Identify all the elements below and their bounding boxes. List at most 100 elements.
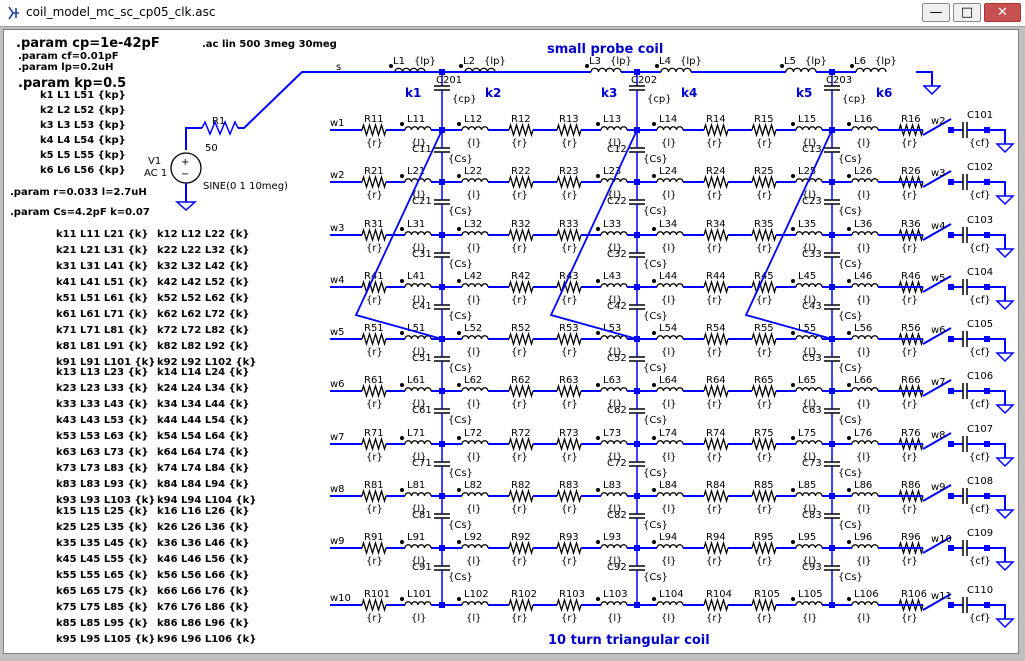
resistor-value[interactable]: {r} [756, 556, 773, 567]
resistor-value[interactable]: {r} [901, 504, 918, 515]
coupling-directive[interactable]: k66 L66 L76 {k} [157, 586, 249, 597]
inductor-label[interactable]: L71 [407, 428, 425, 439]
resistor-label[interactable]: R33 [559, 219, 579, 230]
inductor-label[interactable]: L91 [407, 532, 425, 543]
coupling-directive[interactable]: k93 L93 L103 {k} [56, 495, 155, 506]
net-label-out[interactable]: w8 [931, 430, 946, 441]
output-cap-label[interactable]: C109 [967, 528, 993, 539]
shunt-cap-value[interactable]: {Cs} [643, 206, 668, 217]
resistor-label[interactable]: R66 [901, 375, 921, 386]
inductor-label[interactable]: L105 [798, 589, 823, 600]
output-cap-value[interactable]: {cf} [969, 295, 991, 306]
resistor-value[interactable]: {r} [901, 399, 918, 410]
resistor-value[interactable]: {r} [366, 452, 383, 463]
shunt-cap-label[interactable]: C33 [802, 249, 822, 260]
net-label-out[interactable]: w7 [931, 377, 946, 388]
resistor-label[interactable]: R95 [754, 532, 774, 543]
shunt-cap-label[interactable]: C72 [607, 458, 627, 469]
directive-cs-k[interactable]: .param Cs=4.2pF k=0.07 [10, 207, 150, 218]
resistor-value[interactable]: {r} [511, 452, 528, 463]
output-cap-value[interactable]: {cf} [969, 190, 991, 201]
inductor-label[interactable]: L92 [464, 532, 482, 543]
resistor-value[interactable]: {r} [366, 243, 383, 254]
resistor-label[interactable]: R12 [511, 114, 531, 125]
shunt-cap-value[interactable]: {Cs} [643, 311, 668, 322]
output-cap-value[interactable]: {cf} [969, 452, 991, 463]
resistor-label[interactable]: R13 [559, 114, 579, 125]
resistor-value[interactable]: {r} [756, 613, 773, 624]
output-cap-label[interactable]: C108 [967, 476, 993, 487]
shunt-cap-label[interactable]: C81 [412, 510, 432, 521]
inductor-label[interactable]: L12 [464, 114, 482, 125]
shunt-cap-label[interactable]: C22 [607, 196, 627, 207]
resistor-value[interactable]: {r} [511, 613, 528, 624]
net-label-s[interactable]: s [336, 62, 341, 73]
resistor-label[interactable]: R64 [706, 375, 726, 386]
resistor-label[interactable]: R104 [706, 589, 732, 600]
output-cap-label[interactable]: C102 [967, 162, 993, 173]
resistor-value[interactable]: {r} [511, 504, 528, 515]
shunt-cap-value[interactable]: {Cs} [838, 311, 863, 322]
shunt-cap-label[interactable]: C12 [607, 144, 627, 155]
inductor-value[interactable]: {l} [856, 399, 872, 410]
inductor-label[interactable]: L24 [659, 166, 677, 177]
inductor-value[interactable]: {l} [856, 504, 872, 515]
v1-sine-value[interactable]: SINE(0 1 10meg) [203, 181, 288, 192]
resistor-value[interactable]: {r} [756, 138, 773, 149]
shunt-cap-label[interactable]: C51 [412, 353, 432, 364]
inductor-label[interactable]: L85 [798, 480, 816, 491]
resistor-value[interactable]: {r} [901, 295, 918, 306]
inductor-label[interactable]: L22 [464, 166, 482, 177]
probe-coupling-label[interactable]: k6 [876, 86, 892, 100]
resistor-value[interactable]: {r} [706, 347, 723, 358]
coupling-directive[interactable]: k65 L65 L75 {k} [56, 586, 148, 597]
shunt-cap-label[interactable]: C93 [802, 562, 822, 573]
shunt-cap-value[interactable]: {Cs} [643, 468, 668, 479]
schematic-drawing[interactable]: .param cp=1e-42pF .param cf=0.01pF .para… [4, 30, 1018, 653]
inductor-label[interactable]: L102 [464, 589, 489, 600]
inductor-label[interactable]: L14 [659, 114, 677, 125]
probe-coupling-label[interactable]: k1 [405, 86, 421, 100]
output-cap-value[interactable]: {cf} [969, 504, 991, 515]
coupling-directive[interactable]: k75 L75 L85 {k} [56, 602, 148, 613]
resistor-label[interactable]: R72 [511, 428, 531, 439]
resistor-value[interactable]: {r} [366, 399, 383, 410]
shunt-cap-value[interactable]: {Cs} [448, 572, 473, 583]
resistor-label[interactable]: R101 [364, 589, 390, 600]
inductor-label[interactable]: L86 [854, 480, 872, 491]
resistor-label[interactable]: R44 [706, 271, 726, 282]
output-cap-value[interactable]: {cf} [969, 556, 991, 567]
coupling-directive[interactable]: k72 L72 L82 {k} [157, 325, 249, 336]
shunt-cap-value[interactable]: {Cs} [448, 468, 473, 479]
inductor-value[interactable]: {l} [802, 613, 818, 624]
inductor-value[interactable]: {l} [661, 138, 677, 149]
shunt-cap-value[interactable]: {Cs} [643, 572, 668, 583]
resistor-label[interactable]: R62 [511, 375, 531, 386]
coupling-directive[interactable]: k61 L61 L71 {k} [56, 309, 148, 320]
inductor-value[interactable]: {l} [466, 399, 482, 410]
inductor-label[interactable]: L96 [854, 532, 872, 543]
shunt-cap-label[interactable]: C92 [607, 562, 627, 573]
inductor-label[interactable]: L11 [407, 114, 425, 125]
net-label-in[interactable]: w7 [330, 432, 345, 443]
probe-cap-value[interactable]: {cp} [647, 94, 672, 105]
inductor-value[interactable]: {l} [411, 613, 427, 624]
inductor-label[interactable]: L15 [798, 114, 816, 125]
resistor-value[interactable]: {r} [756, 347, 773, 358]
directive-cp[interactable]: .param cp=1e-42pF [16, 36, 160, 51]
inductor-label[interactable]: L106 [854, 589, 879, 600]
shunt-cap-value[interactable]: {Cs} [838, 468, 863, 479]
directive-lp[interactable]: .param lp=0.2uH [18, 62, 113, 73]
resistor-label[interactable]: R65 [754, 375, 774, 386]
coupling-directive[interactable]: k25 L25 L35 {k} [56, 522, 148, 533]
coupling-directive[interactable]: k51 L51 L61 {k} [56, 293, 148, 304]
resistor-label[interactable]: R14 [706, 114, 726, 125]
resistor-label[interactable]: R11 [364, 114, 384, 125]
resistor-label[interactable]: R56 [901, 323, 921, 334]
inductor-value[interactable]: {l} [856, 295, 872, 306]
coupling-directive[interactable]: k46 L46 L56 {k} [157, 554, 249, 565]
shunt-cap-value[interactable]: {Cs} [838, 206, 863, 217]
resistor-label[interactable]: R42 [511, 271, 531, 282]
inductor-label[interactable]: L45 [798, 271, 816, 282]
v1-ac-value[interactable]: AC 1 [144, 168, 167, 179]
